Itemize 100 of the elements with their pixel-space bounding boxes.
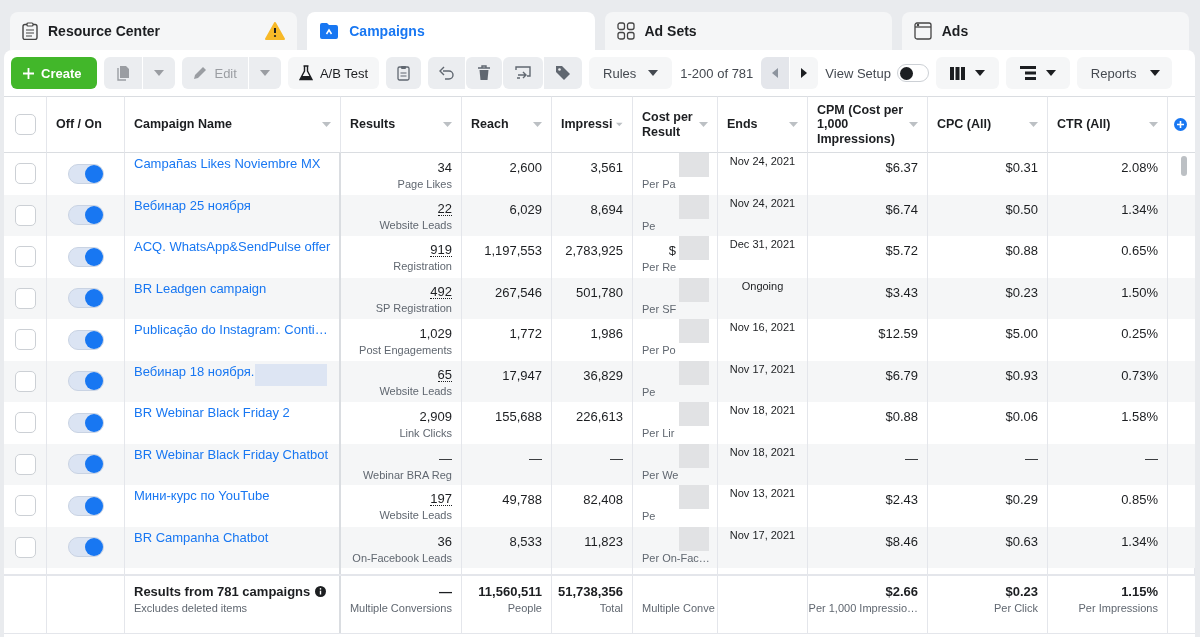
- result-type: Page Likes: [397, 178, 452, 190]
- row-checkbox[interactable]: [14, 453, 36, 475]
- impressions-total-label: Total: [599, 602, 623, 614]
- campaign-name-link[interactable]: Campañas Likes Noviembre MX: [134, 156, 321, 171]
- results-value: 65: [437, 367, 452, 382]
- end-date: Nov 24, 2021: [729, 155, 796, 167]
- ctr-value: 2.08%: [1121, 160, 1158, 175]
- campaign-name-link[interactable]: ACQ. WhatsApp&SendPulse offer: [134, 239, 331, 254]
- campaign-name-link[interactable]: BR Webinar Black Friday Chatbot: [134, 446, 329, 462]
- on-off-toggle[interactable]: [67, 329, 104, 350]
- result-type: SP Registration: [375, 301, 452, 314]
- breakdown-button[interactable]: [1005, 57, 1070, 89]
- caret-icon: [974, 70, 985, 76]
- cost-value: $: [668, 243, 676, 258]
- add-column-icon[interactable]: [1174, 118, 1187, 131]
- column-header[interactable]: Ends: [727, 117, 785, 132]
- row-checkbox[interactable]: [14, 287, 36, 309]
- tag-icon: [555, 65, 572, 81]
- cpc-total: $0.23: [1005, 584, 1038, 599]
- tab[interactable]: Resource Center: [10, 12, 298, 50]
- delete-button[interactable]: [466, 57, 503, 89]
- campaign-name-link[interactable]: BR Webinar Black Friday 2: [134, 405, 290, 420]
- row-checkbox[interactable]: [14, 163, 36, 185]
- tab[interactable]: Ads: [901, 12, 1189, 50]
- columns-button[interactable]: [935, 57, 999, 89]
- row-checkbox[interactable]: [14, 246, 36, 268]
- column-header[interactable]: CTR (All): [1057, 117, 1145, 132]
- dropdown-button[interactable]: [143, 57, 176, 89]
- on-off-toggle[interactable]: [67, 371, 104, 392]
- on-off-toggle[interactable]: [67, 205, 104, 226]
- tag-button[interactable]: [544, 57, 583, 89]
- ab-test-button[interactable]: A/B Test: [287, 57, 380, 89]
- results-value: 492: [430, 284, 452, 299]
- on-off-toggle[interactable]: [67, 454, 104, 475]
- table-row[interactable]: Вебинар 18 ноября. 65 Website Leads 17,947 36,829 Pe Nov 17, 2021 $6.79 $0.93 0.73%: [4, 360, 1195, 402]
- flask-icon: [298, 65, 313, 81]
- on-off-toggle[interactable]: [67, 537, 104, 558]
- row-checkbox[interactable]: [14, 329, 36, 351]
- row-checkbox[interactable]: [14, 204, 36, 226]
- row-checkbox[interactable]: [14, 536, 36, 558]
- table-row[interactable]: BR Campanha Chatbot 36 On-Facebook Leads 8,533 11,823 Per On-Fac… Nov 17, 2021 $8.46 $0.63 1.34%: [4, 526, 1195, 568]
- clipboard-button[interactable]: [386, 57, 422, 89]
- tab[interactable]: Ad Sets: [604, 12, 892, 50]
- caret-icon: [648, 70, 659, 76]
- impressions-value: 2,783,925: [565, 243, 623, 258]
- redaction-block: [679, 360, 709, 385]
- results-value: 1,029: [419, 326, 452, 341]
- undo-button[interactable]: [428, 57, 466, 89]
- column-header[interactable]: Reach: [471, 117, 529, 132]
- rules-button[interactable]: Rules: [589, 57, 673, 89]
- ctr-total: 1.15%: [1121, 584, 1158, 599]
- campaign-name-link[interactable]: Мини-курс по YouTube: [134, 488, 270, 503]
- impressions-total: 51,738,356: [557, 584, 623, 599]
- cpc-value: $0.29: [1005, 492, 1038, 507]
- ctr-value: 0.85%: [1121, 492, 1158, 507]
- redaction-block: [679, 443, 709, 468]
- column-header[interactable]: CPC (All): [937, 117, 1025, 132]
- reach-value: 17,947: [502, 367, 542, 383]
- end-date: Nov 13, 2021: [729, 487, 796, 499]
- on-off-toggle[interactable]: [67, 288, 104, 309]
- row-checkbox[interactable]: [14, 412, 36, 434]
- cpm-value: $2.43: [885, 492, 918, 507]
- end-date: Nov 17, 2021: [729, 362, 796, 375]
- column-header[interactable]: Results: [350, 117, 439, 132]
- table-row[interactable]: BR Webinar Black Friday Chatbot — Webinar BRA Reg — — Per We Nov 18, 2021 — — —: [4, 443, 1195, 485]
- scrollbar[interactable]: [1181, 156, 1187, 176]
- cpm-value: $6.37: [885, 160, 918, 175]
- table-row[interactable]: Вебинар 25 ноября 22 Website Leads 6,029 8,694 Pe Nov 24, 2021 $6.74 $0.50 1.34%: [4, 194, 1195, 236]
- undo-icon: [439, 66, 455, 80]
- dropdown-button[interactable]: [248, 57, 281, 89]
- on-off-toggle[interactable]: [67, 246, 104, 267]
- column-header[interactable]: Off / On: [56, 117, 115, 132]
- left-triangle-icon: [772, 68, 779, 78]
- row-checkbox[interactable]: [14, 495, 36, 517]
- impressions-value: 11,823: [584, 533, 623, 549]
- column-header[interactable]: Impressi: [561, 117, 613, 132]
- cpm-total-label: Per 1,000 Impressio…: [808, 602, 918, 614]
- columns-icon: [949, 66, 965, 80]
- result-type: Registration: [393, 260, 452, 272]
- ctr-value: —: [1145, 450, 1158, 466]
- campaign-name-link[interactable]: Вебинар 25 ноября: [134, 197, 251, 213]
- row-checkbox[interactable]: [14, 370, 36, 392]
- on-off-toggle[interactable]: [67, 412, 104, 433]
- on-off-toggle[interactable]: [67, 163, 104, 184]
- info-icon[interactable]: [315, 586, 327, 597]
- end-date: Ongoing: [741, 279, 784, 292]
- campaign-name-link[interactable]: Вебинар 18 ноября.: [134, 363, 255, 379]
- table-row[interactable]: BR Leadgen campaign 492 SP Registration 267,546 501,780 Per SF Ongoing $3.43 $0.23 1.50%: [4, 277, 1195, 319]
- cost-label: Pe: [642, 385, 656, 398]
- tab[interactable]: Campaigns: [307, 12, 595, 50]
- select-all-checkbox[interactable]: [14, 114, 36, 135]
- campaign-name-link[interactable]: BR Leadgen campaign: [134, 280, 267, 296]
- next-page-button[interactable]: [790, 57, 819, 89]
- swap-button[interactable]: [503, 57, 544, 89]
- on-off-toggle[interactable]: [67, 495, 104, 516]
- view-setup-switch[interactable]: [896, 64, 929, 82]
- result-type: Website Leads: [379, 218, 452, 231]
- campaign-name-link[interactable]: Publicação do Instagram: Conti…: [134, 322, 328, 337]
- campaign-name-link[interactable]: BR Campanha Chatbot: [134, 529, 269, 545]
- reports-button[interactable]: Reports: [1076, 57, 1173, 89]
